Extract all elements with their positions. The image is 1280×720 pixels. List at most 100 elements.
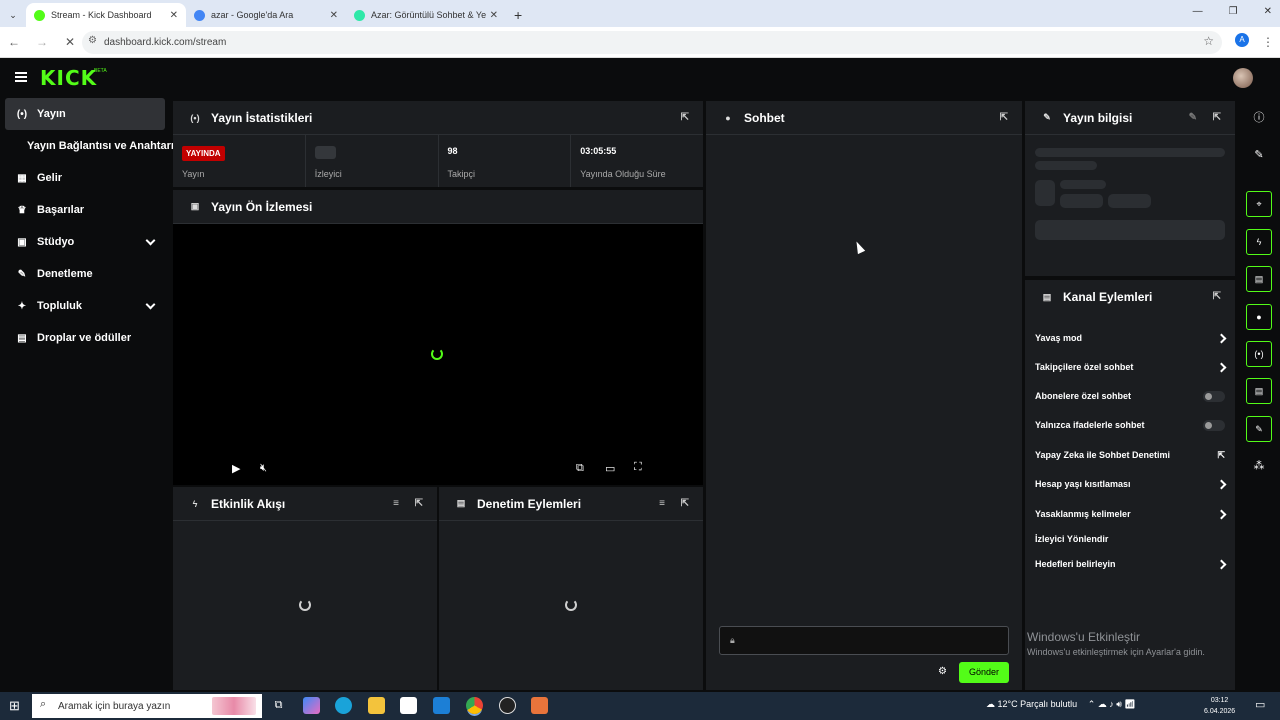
file-explorer-icon[interactable] <box>368 697 385 714</box>
tab-title: Stream - Kick Dashboard <box>51 10 152 20</box>
action-slow-mode[interactable]: Yavaş mod <box>1035 333 1227 347</box>
popout-icon[interactable]: ⇱ <box>415 498 423 509</box>
action-subscribers-only[interactable]: Abonelere özel sohbet <box>1035 391 1225 405</box>
close-icon[interactable]: ✕ <box>330 10 338 21</box>
mute-icon[interactable]: 🔇︎ <box>260 462 267 475</box>
add-widget-icon[interactable]: ⁂ <box>1246 453 1272 479</box>
sidebar-item-revenue[interactable]: ▦ Gelir <box>0 162 170 194</box>
chat-input[interactable]: 🔒︎ <box>719 626 1009 655</box>
toggle-switch[interactable] <box>1203 420 1225 431</box>
action-raid[interactable]: İzleyici Yönlendir <box>1035 534 1225 548</box>
minimize-icon[interactable]: — <box>1193 6 1203 17</box>
document-icon[interactable]: ▤ <box>1246 266 1272 292</box>
weather-text[interactable]: 12°C Parçalı bulutlu <box>998 699 1078 709</box>
notification-icon[interactable]: ▭ <box>1255 698 1265 711</box>
popout-icon[interactable]: ⇱ <box>1213 291 1221 302</box>
reload-icon[interactable]: ✕ <box>56 35 84 49</box>
tab-azar[interactable]: Azar: Görüntülü Sohbet & Yeni ✕ <box>346 3 506 27</box>
sidebar-item-stream[interactable]: (•) Yayın <box>5 98 165 130</box>
toggle-switch[interactable] <box>1203 391 1225 402</box>
actions-icon: ▤ <box>1042 291 1052 302</box>
windows-start-icon[interactable]: ⊞ <box>9 698 20 714</box>
close-icon[interactable]: ✕ <box>170 10 178 21</box>
task-view-icon[interactable]: ⧉ <box>270 697 287 714</box>
store-icon[interactable] <box>400 697 417 714</box>
pip-icon[interactable]: ⧉ <box>576 462 584 475</box>
action-ai-moderation[interactable]: Yapay Zeka ile Sohbet Denetimi ⇱ <box>1035 450 1225 464</box>
popout-icon[interactable]: ⇱ <box>1213 112 1221 123</box>
back-icon[interactable]: ← <box>0 35 28 49</box>
sidebar-item-label: Yayın <box>37 108 66 120</box>
action-account-age[interactable]: Hesap yaşı kısıtlaması <box>1035 479 1227 493</box>
sidebar-item-moderation[interactable]: ✎ Denetleme <box>0 258 170 290</box>
filter-icon[interactable]: ≡ <box>659 498 665 509</box>
tab-kick-dashboard[interactable]: Stream - Kick Dashboard ✕ <box>26 3 186 27</box>
popout-icon[interactable]: ⇱ <box>1000 112 1008 123</box>
sidebar-item-achievements[interactable]: ♛ Başarılar <box>0 194 170 226</box>
close-window-icon[interactable]: ✕ <box>1264 6 1272 17</box>
url-field[interactable]: ⚙ dashboard.kick.com/stream ☆ <box>82 31 1222 54</box>
edit-icon[interactable]: ✎ <box>1189 112 1197 123</box>
copilot-icon[interactable] <box>303 697 320 714</box>
action-label: Yapay Zeka ile Sohbet Denetimi <box>1035 450 1171 460</box>
browser-menu-icon[interactable]: ⋮ <box>1262 35 1274 49</box>
loading-skeleton <box>1035 180 1055 206</box>
forward-icon[interactable]: → <box>28 35 56 49</box>
video-player[interactable]: ▶ 🔇︎ ⧉ ▭ ⛶ <box>173 224 703 485</box>
app-icon[interactable] <box>531 697 548 714</box>
profile-avatar[interactable]: A <box>1235 33 1249 47</box>
kick-logo[interactable]: KICK <box>40 66 97 90</box>
edge-icon[interactable] <box>335 697 352 714</box>
sidebar: (•) Yayın Yayın Bağlantısı ve Anahtarı ▦… <box>0 98 174 354</box>
theater-icon[interactable]: ▭ <box>605 462 615 475</box>
filter-icon[interactable]: ≡ <box>393 498 399 509</box>
obs-icon[interactable] <box>499 697 516 714</box>
chat-settings-icon[interactable]: ⚙ <box>938 666 947 677</box>
send-button[interactable]: Gönder <box>959 662 1009 683</box>
target-icon[interactable]: ⌖ <box>1246 191 1272 217</box>
sidebar-item-label: Topluluk <box>37 300 83 312</box>
actions-icon[interactable]: ▤ <box>1246 378 1272 404</box>
sidebar-item-community[interactable]: ✦ Topluluk <box>0 290 170 322</box>
sidebar-item-stream-key[interactable]: Yayın Bağlantısı ve Anahtarı <box>0 130 174 162</box>
stat-viewers: İzleyici <box>306 135 439 187</box>
new-tab-button[interactable]: + <box>514 7 522 23</box>
wrench-icon[interactable]: ✎ <box>1246 416 1272 442</box>
chrome-icon[interactable] <box>466 697 483 714</box>
popout-icon[interactable]: ⇱ <box>681 112 689 123</box>
clock[interactable]: 03:12 6.04.2026 <box>1204 695 1235 717</box>
chat-bubble-icon[interactable]: ● <box>1246 304 1272 330</box>
mail-icon[interactable] <box>433 697 450 714</box>
close-icon[interactable]: ✕ <box>490 10 498 21</box>
tab-search-icon[interactable]: ⌄ <box>0 10 26 21</box>
action-emotes-only[interactable]: Yalnızca ifadelerle sohbet <box>1035 420 1225 434</box>
loading-spinner-icon <box>565 599 577 611</box>
tab-google-search[interactable]: azar - Google'da Ara ✕ <box>186 3 346 27</box>
popout-icon[interactable]: ⇱ <box>681 498 689 509</box>
action-banned-words[interactable]: Yasaklanmış kelimeler <box>1035 509 1227 523</box>
tray-icons[interactable]: ⌃ ☁ ♪ 🔊︎ 📶︎ <box>1088 699 1136 709</box>
user-avatar[interactable] <box>1233 68 1253 88</box>
action-set-goals[interactable]: Hedefleri belirleyin <box>1035 559 1227 573</box>
chevron-down-icon[interactable] <box>145 299 156 310</box>
taskbar-search[interactable]: ⌕ Aramak için buraya yazın <box>32 694 262 718</box>
chevron-right-icon <box>1216 559 1227 570</box>
fullscreen-icon[interactable]: ⛶ <box>634 461 642 474</box>
edit-icon[interactable]: ✎ <box>1246 142 1272 168</box>
sidebar-item-studio[interactable]: ▣ Stüdyo <box>0 226 170 258</box>
action-followers-only[interactable]: Takipçilere özel sohbet <box>1035 362 1227 376</box>
panel-title: Etkinlik Akışı <box>211 496 286 511</box>
info-icon[interactable]: ⓘ <box>1246 105 1272 131</box>
chart-icon: ▦ <box>17 172 27 184</box>
sidebar-item-drops[interactable]: ▤ Droplar ve ödüller <box>0 322 170 354</box>
lightning-icon[interactable]: ϟ <box>1246 229 1272 255</box>
play-icon[interactable]: ▶ <box>232 462 240 475</box>
search-placeholder: Aramak için buraya yazın <box>58 700 171 712</box>
broadcast-icon[interactable]: (•) <box>1246 341 1272 367</box>
maximize-icon[interactable]: ❐ <box>1229 6 1238 17</box>
bookmark-star-icon[interactable]: ☆ <box>1203 34 1214 48</box>
loading-skeleton <box>1060 194 1103 208</box>
site-info-icon[interactable]: ⚙ <box>88 35 97 46</box>
chevron-down-icon[interactable] <box>145 235 156 246</box>
hamburger-menu-icon[interactable] <box>15 72 27 82</box>
